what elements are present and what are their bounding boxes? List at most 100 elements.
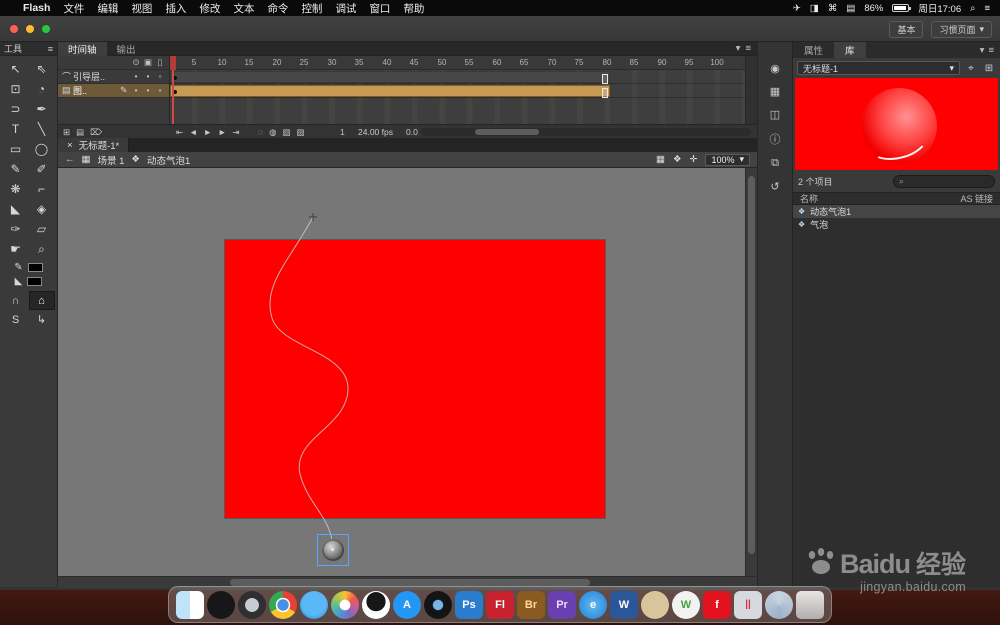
spotlight-icon[interactable]: ⌕	[970, 3, 975, 14]
lasso-tool[interactable]: ⊃	[3, 99, 29, 119]
transform-panel-icon[interactable]: ⧉	[771, 157, 779, 170]
new-layer-icon[interactable]: ⊞	[63, 127, 70, 138]
dock-premiere-icon[interactable]: Pr	[548, 590, 576, 619]
edit-multiple-frames-icon[interactable]: ▧	[282, 127, 290, 138]
tab-timeline[interactable]: 时间轴	[58, 41, 107, 56]
onion-skin-icon[interactable]: ◌	[258, 127, 263, 137]
menu-help[interactable]: 帮助	[403, 1, 424, 16]
tab-properties[interactable]: 属性	[793, 42, 834, 58]
layer-outline-swatch[interactable]: ▪	[155, 86, 165, 95]
layer-name[interactable]: 图..	[73, 84, 120, 97]
scene-breadcrumb[interactable]: 场景 1	[97, 153, 124, 167]
dock-photoshop-icon[interactable]: Ps	[455, 590, 483, 619]
history-panel-icon[interactable]: ↺	[770, 180, 779, 193]
zoom-tool[interactable]: ⌕	[29, 239, 55, 259]
status-icon-4[interactable]: ▤	[846, 3, 855, 14]
stage-zoom-select[interactable]: 100% ▾	[705, 153, 750, 166]
library-item[interactable]: ❖ 气泡	[793, 218, 1000, 231]
timeline-frames[interactable]: 1 5 10 15 20 25 30 35 40 45 50 55 60 65 …	[170, 56, 745, 124]
paint-bucket-tool[interactable]: ◣	[3, 199, 29, 219]
dock-w-app-icon[interactable]: W	[672, 590, 700, 619]
column-header-linkage[interactable]: AS 链接	[960, 192, 993, 205]
edit-scene-icon[interactable]: ▦	[656, 154, 665, 165]
subselection-tool[interactable]: ⇖	[29, 59, 55, 79]
align-panel-icon[interactable]: ◫	[770, 108, 780, 121]
menu-text[interactable]: 文本	[233, 1, 254, 16]
status-icon-3[interactable]: ⌘	[828, 3, 838, 14]
color-panel-icon[interactable]: ◉	[770, 62, 780, 75]
dock-camera-icon[interactable]	[424, 590, 452, 619]
stage-area[interactable]	[58, 168, 745, 576]
dock-launchpad-icon[interactable]	[238, 590, 266, 619]
layer-lock-dot[interactable]: •	[143, 72, 153, 81]
object-drawing-option-icon[interactable]: ⌂	[28, 291, 55, 310]
new-library-panel-icon[interactable]: ⊞	[982, 61, 996, 75]
dock-appstore-icon[interactable]: A	[393, 590, 421, 619]
orient-option-icon[interactable]: ↳	[29, 310, 55, 329]
line-tool[interactable]: ╲	[29, 119, 55, 139]
library-search-box[interactable]: ⌕	[893, 174, 995, 188]
timeline-panel-menu-icon[interactable]: ≡	[745, 43, 751, 54]
guide-layer-frame-span[interactable]	[170, 71, 610, 84]
zoom-window-button[interactable]	[42, 25, 50, 33]
status-icon-2[interactable]: ◨	[810, 3, 819, 14]
workspace-mode-button[interactable]: 基本	[889, 21, 924, 38]
playhead-handle[interactable]	[170, 56, 176, 70]
delete-layer-icon[interactable]: ⌦	[90, 127, 102, 138]
hand-tool[interactable]: ☛	[3, 239, 29, 259]
dock-browser-icon[interactable]: e	[579, 590, 607, 619]
dock-flash-icon[interactable]: Fl	[486, 590, 514, 619]
dock-bridge-icon[interactable]: Br	[517, 590, 545, 619]
3d-rotation-tool[interactable]: ◔	[29, 79, 55, 99]
lock-all-icon[interactable]: ▣	[143, 57, 153, 68]
notification-center-icon[interactable]: ≡	[984, 3, 990, 14]
tools-panel-menu-icon[interactable]: ≡	[48, 44, 53, 54]
layer-lock-dot[interactable]: •	[143, 86, 153, 95]
edit-symbol-icon[interactable]: ❖	[673, 154, 682, 165]
library-search-input[interactable]	[907, 176, 989, 186]
panel-caret-icon[interactable]: ▾	[980, 45, 985, 56]
dock-safari-icon[interactable]	[300, 590, 328, 619]
minimize-window-button[interactable]	[26, 25, 34, 33]
dock-chrome-icon[interactable]	[269, 590, 297, 619]
scrollbar-thumb[interactable]	[475, 129, 539, 135]
workspace-switcher[interactable]: 习惯页面 ▾	[931, 21, 992, 38]
layer-row-image[interactable]: ▤ 图.. ✎ • • ▪	[58, 84, 169, 98]
dock-finder-icon[interactable]	[176, 590, 204, 619]
layer-visibility-dot[interactable]: •	[131, 72, 141, 81]
text-tool[interactable]: T	[3, 119, 29, 139]
bind-option-icon[interactable]: S	[3, 310, 29, 329]
menu-window[interactable]: 窗口	[369, 1, 390, 16]
timeline-horizontal-scrollbar[interactable]	[420, 128, 751, 136]
eraser-tool[interactable]: ▱	[29, 219, 55, 239]
play-icon[interactable]: ►	[204, 127, 212, 137]
menu-commands[interactable]: 命令	[267, 1, 288, 16]
layer-name[interactable]: 引导层..	[73, 70, 131, 83]
last-frame-icon[interactable]: ⇥	[232, 127, 239, 138]
dock-basket-icon[interactable]	[641, 590, 669, 619]
app-menu[interactable]: Flash	[23, 2, 50, 14]
deco-tool[interactable]: ❋	[3, 179, 29, 199]
back-icon[interactable]: ←	[65, 154, 75, 165]
menu-debug[interactable]: 调试	[335, 1, 356, 16]
selection-tool[interactable]: ↖	[3, 59, 29, 79]
fill-color-swatch[interactable]	[27, 277, 43, 286]
first-frame-icon[interactable]: ⇤	[176, 127, 183, 138]
swatches-panel-icon[interactable]: ▦	[770, 85, 780, 98]
outline-all-icon[interactable]: ▯	[155, 57, 165, 68]
panel-menu-icon[interactable]: ≡	[988, 45, 994, 56]
frame-rate-value[interactable]: 24.00 fps	[358, 127, 393, 137]
onion-outline-icon[interactable]: ◍	[269, 127, 276, 138]
menu-insert[interactable]: 插入	[165, 1, 186, 16]
tab-library[interactable]: 库	[834, 42, 866, 58]
menu-clock[interactable]: 周日17:06	[918, 1, 961, 15]
prev-frame-icon[interactable]: ◄	[189, 127, 197, 137]
layer-outline-swatch[interactable]: ▫	[155, 72, 165, 81]
dock-trash-icon[interactable]	[796, 590, 824, 619]
modify-markers-icon[interactable]: ▨	[297, 127, 305, 138]
brush-tool[interactable]: ✐	[29, 159, 55, 179]
timeline-vertical-scrollbar[interactable]	[745, 56, 757, 124]
stroke-color-swatch[interactable]	[27, 263, 43, 272]
menu-view[interactable]: 视图	[131, 1, 152, 16]
pencil-tool[interactable]: ✎	[3, 159, 29, 179]
